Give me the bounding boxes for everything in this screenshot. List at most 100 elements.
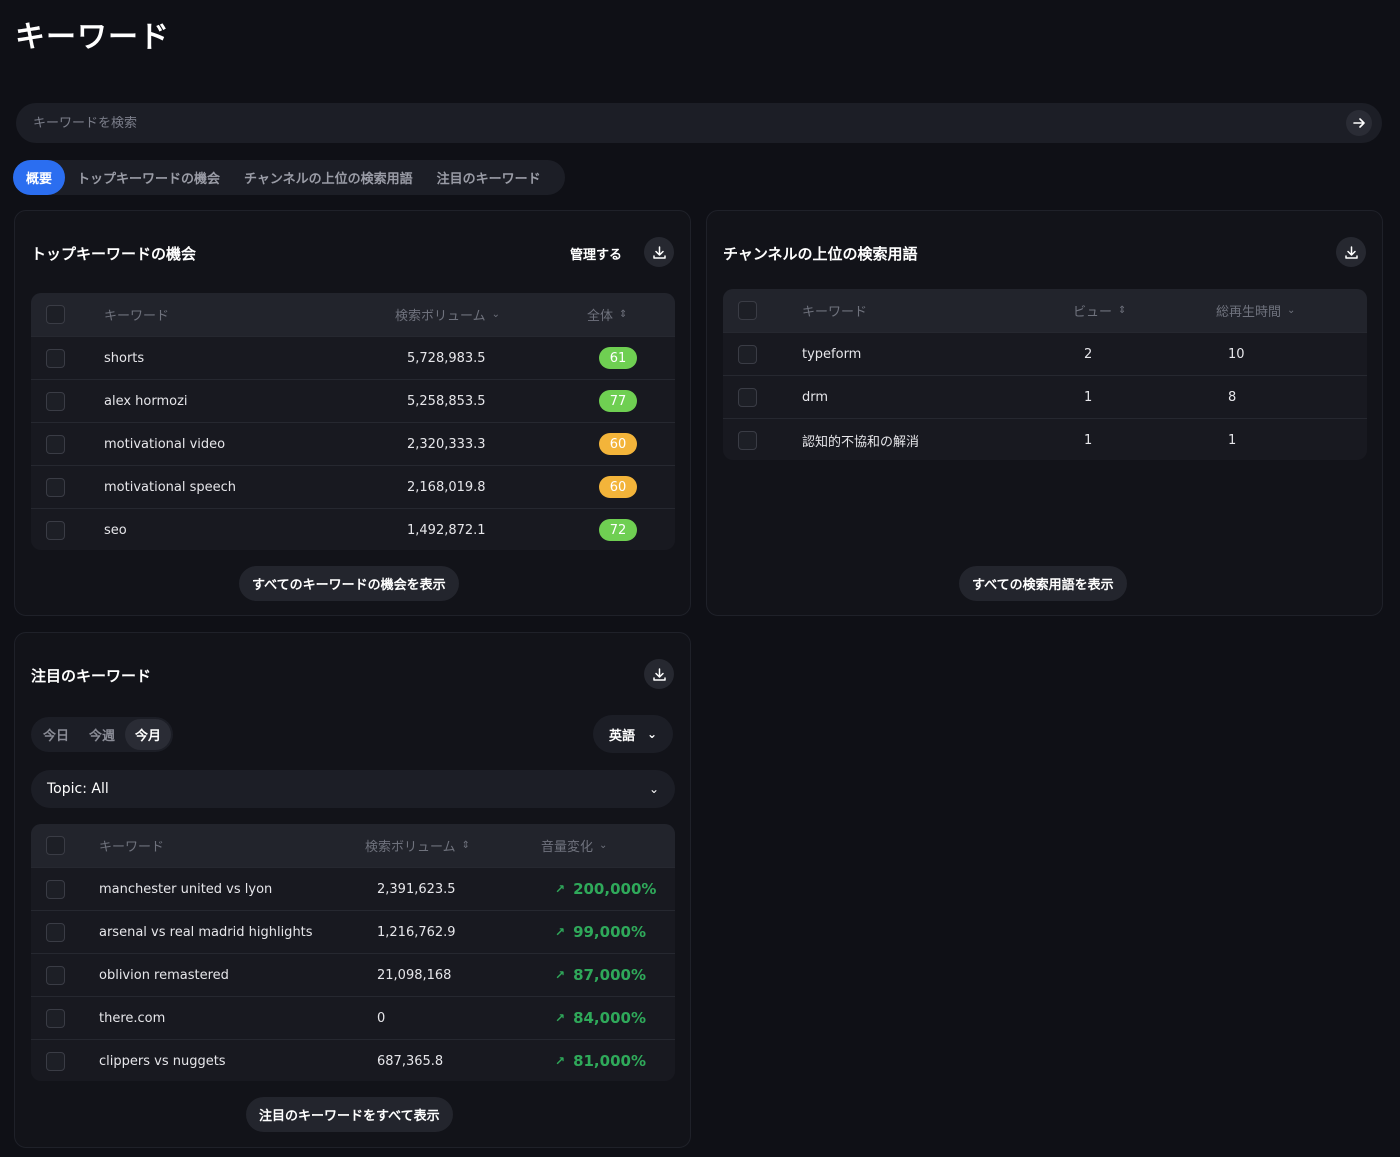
language-dropdown[interactable]: 英語 ⌄: [593, 715, 674, 753]
tab-top-keyword-opportunities[interactable]: トップキーワードの機会: [65, 160, 232, 195]
table-row[interactable]: clippers vs nuggets 687,365.8 ↗ 81,000%: [31, 1039, 675, 1081]
overall-score-cell: 72: [599, 509, 637, 550]
column-header-watch-time[interactable]: 総再生時間 ⌄: [1216, 289, 1295, 332]
watch-time-cell: 8: [1228, 389, 1237, 405]
volume-cell: 1,216,762.9: [377, 924, 456, 940]
row-checkbox[interactable]: [46, 1009, 65, 1028]
download-icon: [652, 245, 666, 259]
column-header-volume[interactable]: 検索ボリューム ⇕: [365, 824, 470, 867]
manage-button[interactable]: 管理する: [570, 244, 622, 263]
table-row[interactable]: oblivion remastered 21,098,168 ↗ 87,000%: [31, 953, 675, 996]
row-checkbox[interactable]: [46, 880, 65, 899]
download-button[interactable]: [1336, 237, 1366, 267]
row-checkbox[interactable]: [46, 435, 65, 454]
chevron-down-icon: ⌄: [599, 840, 608, 851]
volume-change-cell: ↗ 81,000%: [555, 1040, 646, 1081]
volume-cell: 21,098,168: [377, 967, 452, 983]
period-this-month[interactable]: 今月: [125, 719, 172, 750]
row-checkbox[interactable]: [46, 349, 65, 368]
watch-time-cell: 10: [1228, 346, 1245, 362]
row-checkbox[interactable]: [46, 478, 65, 497]
chevron-down-icon: ⌄: [647, 727, 658, 741]
table-header: キーワード 検索ボリューム ⌄ 全体 ⇕: [31, 293, 675, 336]
table-row[interactable]: motivational video 2,320,333.3 60: [31, 422, 675, 465]
volume-cell: 0: [377, 1010, 386, 1026]
row-checkbox[interactable]: [738, 345, 757, 364]
trend-up-icon: ↗: [555, 1054, 566, 1068]
period-today[interactable]: 今日: [33, 719, 79, 750]
page-title: キーワード: [15, 20, 170, 55]
volume-cell: 687,365.8: [377, 1053, 444, 1069]
sort-icon: ⇕: [619, 309, 628, 320]
trending-keywords-card: 注目のキーワード 今日 今週 今月 英語 ⌄ Topic: All ⌄ キーワー…: [14, 632, 691, 1148]
card-title: チャンネルの上位の検索用語: [723, 245, 918, 263]
topic-value: Topic: All: [47, 781, 109, 797]
table-row[interactable]: typeform 2 10: [723, 332, 1367, 375]
channel-top-search-terms-card: チャンネルの上位の検索用語 キーワード ビュー ⇕ 総再生時間 ⌄ typeform…: [706, 210, 1383, 616]
column-header-views[interactable]: ビュー ⇕: [1073, 289, 1126, 332]
sort-icon: ⇕: [461, 840, 471, 851]
row-checkbox[interactable]: [46, 1052, 65, 1071]
overall-score-cell: 61: [599, 337, 637, 379]
select-all-checkbox[interactable]: [738, 301, 757, 320]
row-checkbox[interactable]: [46, 966, 65, 985]
search-submit-button[interactable]: [1346, 110, 1372, 136]
tab-overview[interactable]: 概要: [13, 160, 66, 195]
table-row[interactable]: shorts 5,728,983.5 61: [31, 336, 675, 379]
row-checkbox[interactable]: [46, 923, 65, 942]
views-cell: 2: [1084, 346, 1093, 362]
select-all-checkbox[interactable]: [46, 305, 65, 324]
volume-cell: 5,728,983.5: [407, 350, 486, 366]
tab-channel-top-search-terms[interactable]: チャンネルの上位の検索用語: [232, 160, 425, 195]
row-checkbox[interactable]: [738, 388, 757, 407]
keyword-cell: drm: [802, 389, 829, 405]
table-row[interactable]: seo 1,492,872.1 72: [31, 508, 675, 550]
period-this-week[interactable]: 今週: [79, 719, 125, 750]
row-checkbox[interactable]: [738, 431, 757, 450]
column-header-overall[interactable]: 全体 ⇕: [587, 293, 627, 336]
column-header-volume[interactable]: 検索ボリューム ⌄: [395, 293, 500, 336]
volume-change-cell: ↗ 84,000%: [555, 997, 646, 1039]
keyword-cell: arsenal vs real madrid highlights: [99, 924, 313, 940]
keyword-cell: motivational speech: [104, 479, 237, 495]
keyword-cell: shorts: [104, 350, 145, 366]
select-all-checkbox[interactable]: [46, 836, 65, 855]
show-all-search-terms-button[interactable]: すべての検索用語を表示: [959, 566, 1127, 601]
section-tabs: 概要 トップキーワードの機会 チャンネルの上位の検索用語 注目のキーワード: [13, 160, 565, 195]
table-row[interactable]: there.com 0 ↗ 84,000%: [31, 996, 675, 1039]
column-header-volume-change[interactable]: 音量変化 ⌄: [541, 824, 607, 867]
keyword-cell: oblivion remastered: [99, 967, 229, 983]
table-row[interactable]: motivational speech 2,168,019.8 60: [31, 465, 675, 508]
volume-cell: 2,168,019.8: [407, 479, 486, 495]
table-row[interactable]: manchester united vs lyon 2,391,623.5 ↗ 200…: [31, 867, 675, 910]
trend-up-icon: ↗: [555, 882, 566, 896]
chevron-down-icon: ⌄: [1287, 305, 1296, 316]
volume-cell: 5,258,853.5: [407, 393, 486, 409]
download-button[interactable]: [644, 237, 674, 267]
show-all-opportunities-button[interactable]: すべてのキーワードの機会を表示: [239, 566, 459, 601]
search-input[interactable]: [33, 115, 1346, 131]
trend-up-icon: ↗: [555, 968, 566, 982]
period-selector: 今日 今週 今月: [31, 717, 174, 752]
keyword-search-bar[interactable]: [16, 103, 1382, 143]
chevron-down-icon: ⌄: [648, 782, 659, 796]
tab-trending-keywords[interactable]: 注目のキーワード: [425, 160, 553, 195]
table-row[interactable]: 認知的不協和の解消 1 1: [723, 418, 1367, 460]
row-checkbox[interactable]: [46, 392, 65, 411]
volume-change-value: 81,000%: [573, 1052, 646, 1070]
arrow-right-icon: [1353, 118, 1365, 128]
keyword-cell: there.com: [99, 1010, 166, 1026]
volume-cell: 2,320,333.3: [407, 436, 486, 452]
table-row[interactable]: alex hormozi 5,258,853.5 77: [31, 379, 675, 422]
show-all-trending-button[interactable]: 注目のキーワードをすべて表示: [246, 1097, 453, 1132]
volume-change-cell: ↗ 87,000%: [555, 954, 646, 996]
overall-score-cell: 60: [599, 423, 637, 465]
table-row[interactable]: arsenal vs real madrid highlights 1,216,7…: [31, 910, 675, 953]
download-icon: [652, 667, 666, 681]
watch-time-cell: 1: [1228, 432, 1237, 448]
keyword-cell: clippers vs nuggets: [99, 1053, 226, 1069]
topic-dropdown[interactable]: Topic: All ⌄: [31, 770, 675, 808]
table-row[interactable]: drm 1 8: [723, 375, 1367, 418]
download-button[interactable]: [644, 659, 674, 689]
row-checkbox[interactable]: [46, 521, 65, 540]
